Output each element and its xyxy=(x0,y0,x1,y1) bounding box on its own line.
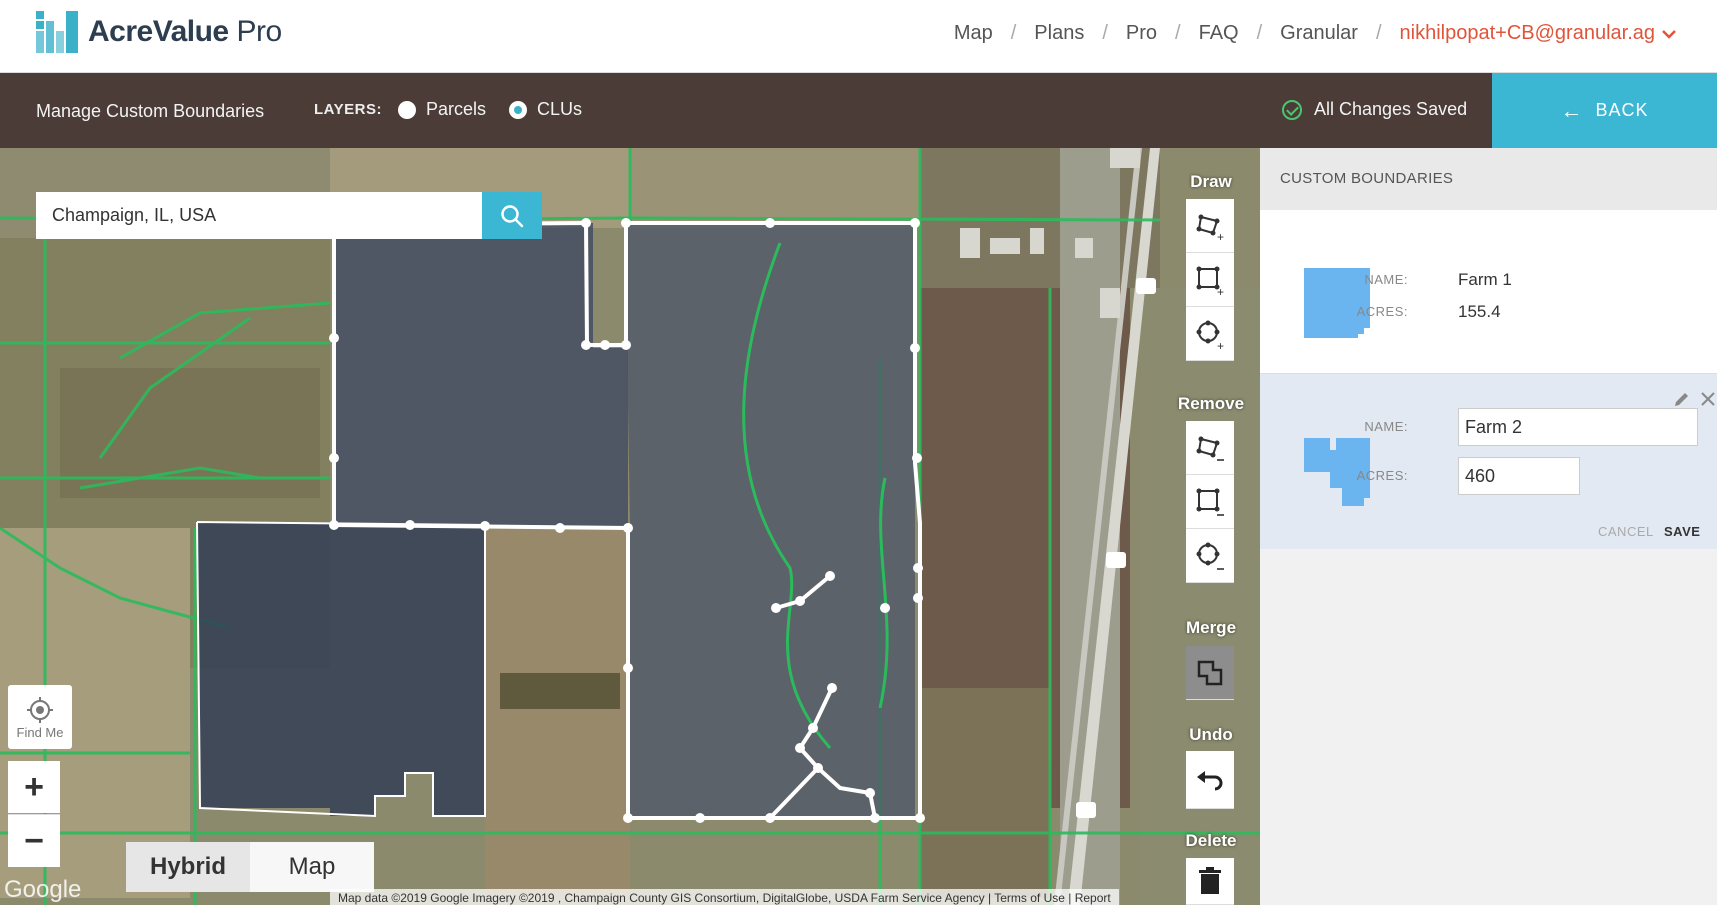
merge-button[interactable] xyxy=(1186,646,1234,700)
boundary-name-input[interactable] xyxy=(1458,408,1698,446)
nav-separator: / xyxy=(1175,22,1181,44)
search-icon xyxy=(501,204,524,227)
undo-button[interactable] xyxy=(1186,751,1234,809)
nav-separator: / xyxy=(1102,22,1108,44)
draw-polygon-button[interactable]: + xyxy=(1186,199,1234,253)
remove-circle-icon xyxy=(1196,542,1224,570)
svg-text:+: + xyxy=(1217,339,1224,351)
save-status-text: All Changes Saved xyxy=(1314,99,1468,119)
layer-option-parcels[interactable]: Parcels xyxy=(398,99,486,120)
user-email: nikhilpopat+CB@granular.ag xyxy=(1399,22,1655,44)
boundary-card-editing[interactable]: NAME: ACRES: CANCEL SAVE xyxy=(1260,374,1717,549)
acres-label: ACRES: xyxy=(1356,468,1408,483)
remove-circle-button[interactable] xyxy=(1186,529,1234,583)
panel-header: CUSTOM BOUNDARIES xyxy=(1260,148,1717,211)
draw-rectangle-icon: + xyxy=(1196,266,1224,297)
zoom-out-button[interactable]: − xyxy=(8,814,60,867)
zoom-in-button[interactable]: + xyxy=(8,761,60,813)
svg-text:+: + xyxy=(1217,230,1224,243)
radio-parcels[interactable] xyxy=(398,100,416,119)
layers-label: LAYERS: xyxy=(314,101,382,118)
boundary-name: Farm 1 xyxy=(1458,270,1512,289)
map-canvas[interactable]: Find Me + − Hybrid Map Google Map data ©… xyxy=(0,148,1260,905)
nav-separator: / xyxy=(1256,22,1263,44)
boundary-toolbar: Manage Custom Boundaries LAYERS: Parcels… xyxy=(0,73,1717,148)
draw-circle-icon: + xyxy=(1196,320,1224,351)
boundary-acres-input[interactable] xyxy=(1458,457,1580,495)
user-menu[interactable]: nikhilpopat+CB@granular.ag xyxy=(1400,22,1677,45)
draw-rectangle-button[interactable]: + xyxy=(1186,253,1234,307)
find-me-label: Find Me xyxy=(16,724,64,740)
map-type-map[interactable]: Map xyxy=(250,842,374,892)
remove-rectangle-icon xyxy=(1196,488,1224,516)
name-label: NAME: xyxy=(1364,419,1408,434)
save-status: All Changes Saved xyxy=(1282,99,1467,120)
delete-label: Delete xyxy=(1185,831,1237,850)
boundary-acres: 155.4 xyxy=(1458,302,1501,321)
nav-link-map[interactable]: Map xyxy=(954,22,993,45)
nav-link-granular[interactable]: Granular xyxy=(1280,22,1358,45)
boundary-card[interactable]: NAME: Farm 1 ACRES: 155.4 xyxy=(1260,210,1717,374)
google-logo: Google xyxy=(4,876,82,903)
remove-polygon-icon xyxy=(1196,436,1224,461)
remove-polygon-button[interactable] xyxy=(1186,421,1234,475)
back-button[interactable]: ← BACK xyxy=(1492,73,1717,148)
edit-pencil-icon[interactable] xyxy=(1672,391,1690,409)
nav-links: Map / Plans / Pro / FAQ / Granular / nik… xyxy=(954,22,1677,45)
svg-text:+: + xyxy=(1217,285,1224,297)
nav-separator: / xyxy=(1375,22,1382,44)
logo-mark-icon xyxy=(36,11,78,53)
nav-link-pro[interactable]: Pro xyxy=(1126,22,1157,45)
cancel-button[interactable]: CANCEL xyxy=(1598,524,1654,539)
map-type-hybrid[interactable]: Hybrid xyxy=(126,842,250,892)
draw-circle-button[interactable]: + xyxy=(1186,307,1234,361)
top-nav: AcreValue Pro Map / Plans / Pro / FAQ / … xyxy=(0,0,1717,73)
locate-icon xyxy=(27,696,53,723)
logo-brand: AcreValue xyxy=(88,15,229,48)
nav-link-plans[interactable]: Plans xyxy=(1034,22,1084,45)
radio-clus[interactable] xyxy=(509,100,527,119)
merge-label: Merge xyxy=(1185,618,1237,637)
nav-separator: / xyxy=(1010,22,1017,44)
logo-suffix: Pro xyxy=(236,15,282,48)
remove-label: Remove xyxy=(1177,394,1245,413)
logo-text: AcreValue Pro xyxy=(88,15,282,49)
logo[interactable]: AcreValue Pro xyxy=(36,11,282,53)
layer-clus-label: CLUs xyxy=(537,99,583,119)
toolbar-title: Manage Custom Boundaries xyxy=(36,101,265,121)
custom-boundaries-panel: CUSTOM BOUNDARIES NAME: Farm 1 ACRES: 15… xyxy=(1260,148,1717,905)
layer-option-clus[interactable]: CLUs xyxy=(509,99,582,120)
nav-link-faq[interactable]: FAQ xyxy=(1199,22,1239,45)
layer-parcels-label: Parcels xyxy=(426,99,487,119)
undo-label: Undo xyxy=(1189,725,1233,744)
map-type-switch: Hybrid Map xyxy=(126,842,374,892)
map-attribution[interactable]: Map data ©2019 Google Imagery ©2019 , Ch… xyxy=(330,889,1119,905)
name-label: NAME: xyxy=(1364,272,1408,287)
delete-button[interactable] xyxy=(1186,858,1234,905)
arrow-left-icon: ← xyxy=(1560,97,1584,123)
location-search-input[interactable] xyxy=(36,192,482,239)
satellite-imagery xyxy=(0,148,1260,905)
save-button[interactable]: SAVE xyxy=(1664,524,1700,539)
search-button[interactable] xyxy=(482,192,542,239)
merge-icon xyxy=(1197,660,1223,685)
draw-polygon-icon: + xyxy=(1196,214,1224,243)
trash-icon xyxy=(1199,867,1221,894)
find-me-button[interactable]: Find Me xyxy=(8,685,72,749)
undo-icon xyxy=(1197,770,1223,790)
check-circle-icon xyxy=(1282,99,1302,120)
acres-label: ACRES: xyxy=(1356,304,1408,319)
location-search xyxy=(36,192,542,239)
close-icon[interactable] xyxy=(1700,391,1716,407)
draw-label: Draw xyxy=(1190,172,1232,191)
back-button-label: BACK xyxy=(1595,100,1649,120)
remove-rectangle-button[interactable] xyxy=(1186,475,1234,529)
chevron-down-icon xyxy=(1662,29,1676,39)
